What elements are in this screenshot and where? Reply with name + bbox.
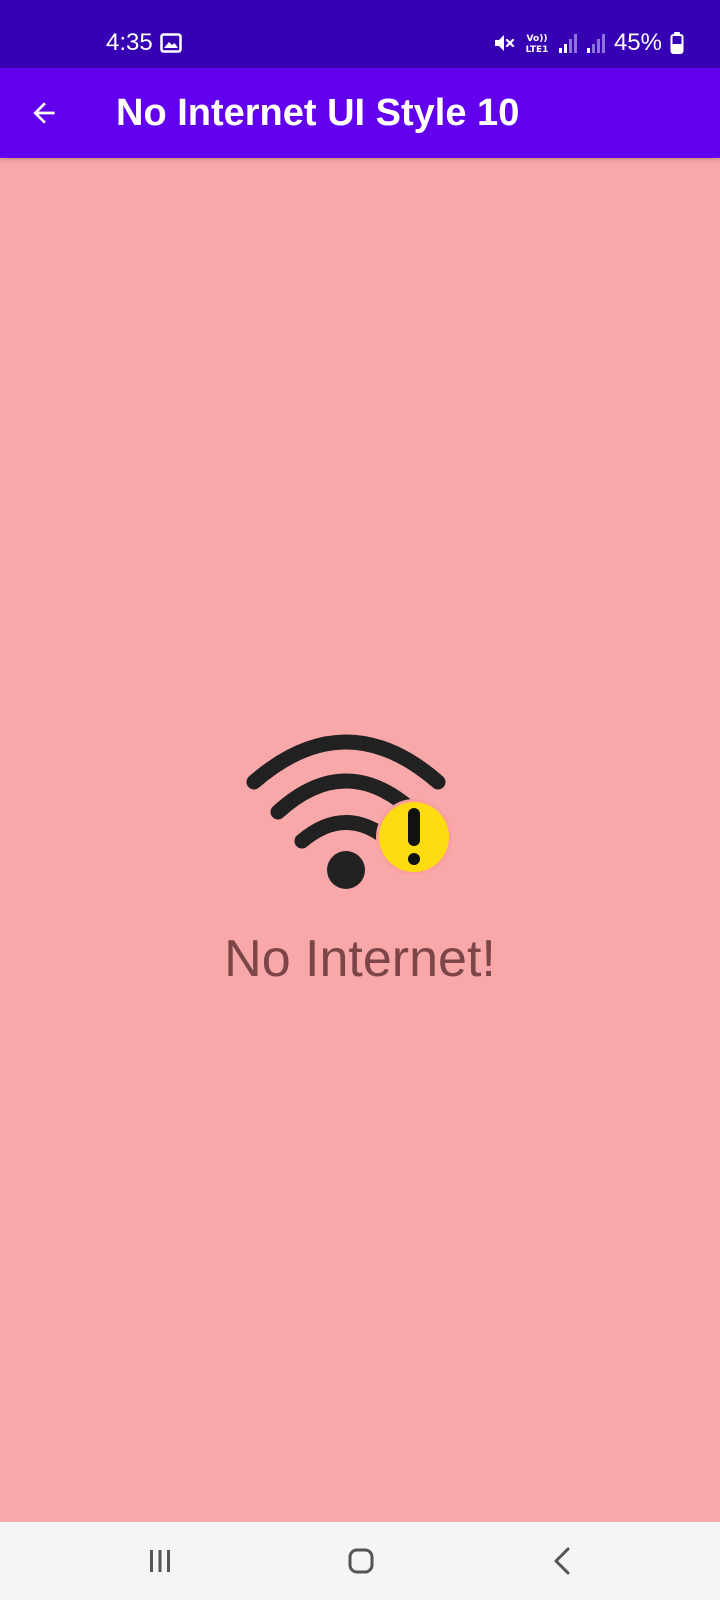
recents-button[interactable] [130,1536,190,1586]
page-title: No Internet UI Style 10 [116,92,520,134]
signal-icon [586,34,605,53]
app-bar: No Internet UI Style 10 [0,68,720,158]
battery-icon [670,32,684,54]
mute-icon [494,35,515,51]
home-button[interactable] [331,1536,391,1586]
battery-percentage: 45% [613,29,662,56]
arrow-back-icon [33,102,55,124]
nav-back-button[interactable] [533,1536,593,1586]
wifi-warning-icon [246,734,452,889]
status-time: 4:35 [106,29,153,56]
volte-label: Vo)) [527,34,548,44]
gallery-icon [160,33,182,53]
no-internet-message: No Internet! [224,930,496,988]
signal-icon [558,34,577,53]
back-button[interactable] [22,91,66,135]
home-icon [348,1548,374,1574]
navigation-bar [0,1522,720,1600]
main-content: No Internet! [0,158,720,1522]
lte-label: LTE1 [526,45,549,55]
status-icons: Vo)) LTE1 45% [492,28,684,58]
recents-icon [150,1550,170,1572]
status-bar: 4:35 Vo)) LTE1 45% [0,0,720,68]
back-icon [554,1547,570,1575]
volte-icon: Vo)) LTE1 [526,34,549,55]
